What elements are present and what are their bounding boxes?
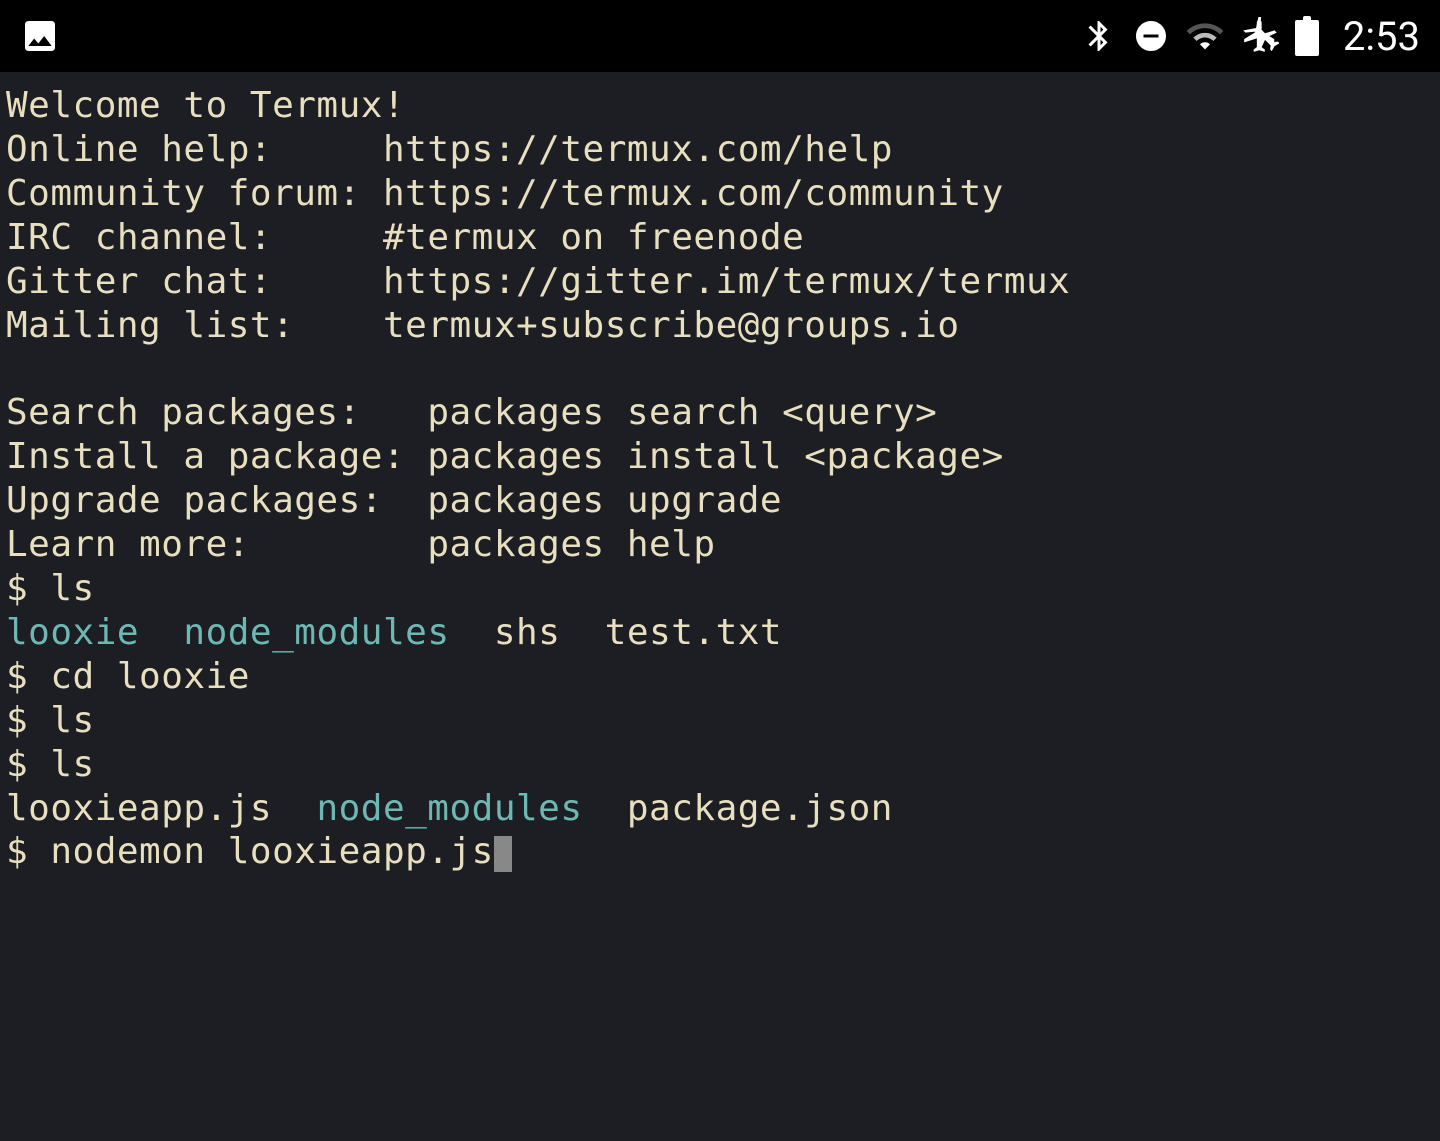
terminal-gitter-line: Gitter chat: https://gitter.im/termux/te… (6, 260, 1434, 304)
terminal-prompt-ls2: $ ls (6, 699, 1434, 743)
terminal-blank2 (6, 347, 1434, 391)
search-value: packages search <query> (427, 392, 937, 433)
android-status-bar: 2:53 (0, 0, 1440, 72)
install-label: Install a package: (6, 436, 427, 477)
current-command: $ nodemon looxieapp.js (6, 831, 494, 872)
upgrade-value: packages upgrade (427, 480, 782, 521)
gitter-value: https://gitter.im/termux/termux (383, 261, 1070, 302)
upgrade-label: Upgrade packages: (6, 480, 427, 521)
ls-dir-nodemodules: node_modules (183, 612, 449, 653)
ls-files-rest: shs test.txt (450, 612, 783, 653)
search-label: Search packages: (6, 392, 427, 433)
terminal-help-line: Online help: https://termux.com/help (6, 128, 1434, 172)
terminal-ls2-output: looxieapp.js node_modules package.json (6, 787, 1434, 831)
bluetooth-icon (1081, 18, 1117, 54)
terminal-output[interactable]: Welcome to Termux! Online help: https://… (0, 72, 1440, 886)
battery-icon (1295, 16, 1319, 56)
help-value: https://termux.com/help (383, 129, 893, 170)
gitter-label: Gitter chat: (6, 261, 383, 302)
terminal-irc-line: IRC channel: #termux on freenode (6, 216, 1434, 260)
help-label: Online help: (6, 129, 383, 170)
do-not-disturb-icon (1133, 18, 1169, 54)
terminal-prompt-ls3: $ ls (6, 743, 1434, 787)
mailing-label: Mailing list: (6, 305, 383, 346)
terminal-welcome: Welcome to Termux! (6, 84, 1434, 128)
image-notification-icon (20, 16, 60, 56)
learn-value: packages help (427, 524, 715, 565)
airplane-mode-icon (1241, 17, 1279, 55)
terminal-ls1-output: looxie node_modules shs test.txt (6, 611, 1434, 655)
terminal-learn-line: Learn more: packages help (6, 523, 1434, 567)
ls-dir-looxie: looxie (6, 612, 139, 653)
install-value: packages install <package> (427, 436, 1004, 477)
wifi-icon (1185, 16, 1225, 56)
irc-label: IRC channel: (6, 217, 383, 258)
terminal-search-line: Search packages: packages search <query> (6, 391, 1434, 435)
status-bar-left (20, 16, 60, 56)
terminal-prompt-ls1: $ ls (6, 567, 1434, 611)
ls-file-packagejson: package.json (583, 788, 893, 829)
forum-value: https://termux.com/community (383, 173, 1004, 214)
ls-dir-nodemodules2: node_modules (316, 788, 582, 829)
terminal-forum-line: Community forum: https://termux.com/comm… (6, 172, 1434, 216)
status-time: 2:53 (1343, 13, 1420, 60)
terminal-upgrade-line: Upgrade packages: packages upgrade (6, 479, 1434, 523)
mailing-value: termux+subscribe@groups.io (383, 305, 960, 346)
terminal-prompt-cd: $ cd looxie (6, 655, 1434, 699)
terminal-cursor (494, 836, 512, 872)
status-bar-right: 2:53 (1081, 13, 1420, 60)
forum-label: Community forum: (6, 173, 383, 214)
ls-sep (139, 612, 183, 653)
ls-file-looxieapp: looxieapp.js (6, 788, 316, 829)
terminal-mailing-line: Mailing list: termux+subscribe@groups.io (6, 304, 1434, 348)
irc-value: #termux on freenode (383, 217, 804, 258)
terminal-install-line: Install a package: packages install <pac… (6, 435, 1434, 479)
terminal-current-prompt[interactable]: $ nodemon looxieapp.js (6, 830, 1434, 874)
learn-label: Learn more: (6, 524, 427, 565)
